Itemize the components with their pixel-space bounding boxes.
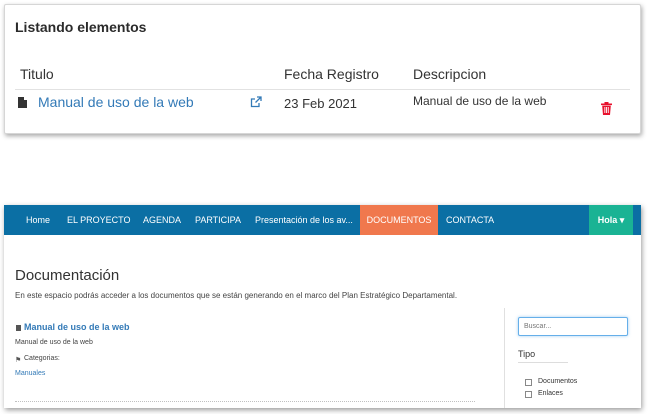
checkbox-label-documentos: Documentos bbox=[538, 378, 578, 385]
item-divider bbox=[15, 401, 475, 402]
checkbox-enlaces[interactable] bbox=[525, 391, 532, 398]
tag-icon: ⚑ bbox=[15, 357, 22, 364]
column-header-fecha: Fecha Registro bbox=[284, 66, 379, 82]
trash-icon[interactable] bbox=[601, 102, 612, 115]
checkbox-label-enlaces: Enlaces bbox=[538, 390, 563, 397]
search-input[interactable] bbox=[518, 317, 628, 336]
type-filter-divider bbox=[518, 362, 568, 363]
external-link-icon[interactable] bbox=[250, 96, 262, 108]
column-header-titulo: Titulo bbox=[20, 66, 54, 82]
nav-presentacion[interactable]: Presentación de los av... bbox=[255, 205, 353, 235]
column-header-descripcion: Descripcion bbox=[413, 66, 487, 82]
checkbox-documentos[interactable] bbox=[525, 379, 532, 386]
page-intro: En este espacio podrás acceder a los doc… bbox=[15, 291, 458, 300]
nav-home[interactable]: Home bbox=[26, 205, 50, 235]
panel-title: Listando elementos bbox=[15, 19, 147, 35]
row-description: Manual de uso de la web bbox=[413, 94, 547, 108]
nav-agenda[interactable]: AGENDA bbox=[143, 205, 181, 235]
category-link[interactable]: Manuales bbox=[15, 370, 45, 377]
top-navbar: Home EL PROYECTO AGENDA PARTICIPA Presen… bbox=[4, 205, 641, 235]
nav-documentos[interactable]: DOCUMENTOS bbox=[360, 205, 438, 235]
header-divider bbox=[15, 89, 630, 90]
listing-panel: Listando elementos Titulo Fecha Registro… bbox=[4, 4, 641, 134]
file-icon bbox=[16, 325, 21, 331]
nav-el-proyecto[interactable]: EL PROYECTO bbox=[67, 205, 131, 235]
nav-participa[interactable]: PARTICIPA bbox=[195, 205, 241, 235]
categories-label: Categorias: bbox=[24, 355, 60, 362]
site-screenshot: Home EL PROYECTO AGENDA PARTICIPA Presen… bbox=[4, 205, 641, 408]
filter-sidebar: Tipo Documentos Enlaces bbox=[504, 308, 641, 408]
document-description: Manual de uso de la web bbox=[15, 339, 93, 346]
document-link[interactable]: Manual de uso de la web bbox=[24, 322, 130, 332]
page-title: Documentación bbox=[15, 267, 120, 284]
nav-contacta[interactable]: CONTACTA bbox=[446, 205, 494, 235]
user-menu-button[interactable]: Hola ▾ bbox=[589, 205, 633, 235]
document-title-link[interactable]: Manual de uso de la web bbox=[38, 94, 194, 110]
file-icon bbox=[18, 97, 27, 108]
type-filter-label: Tipo bbox=[518, 349, 536, 359]
row-date: 23 Feb 2021 bbox=[284, 96, 358, 111]
